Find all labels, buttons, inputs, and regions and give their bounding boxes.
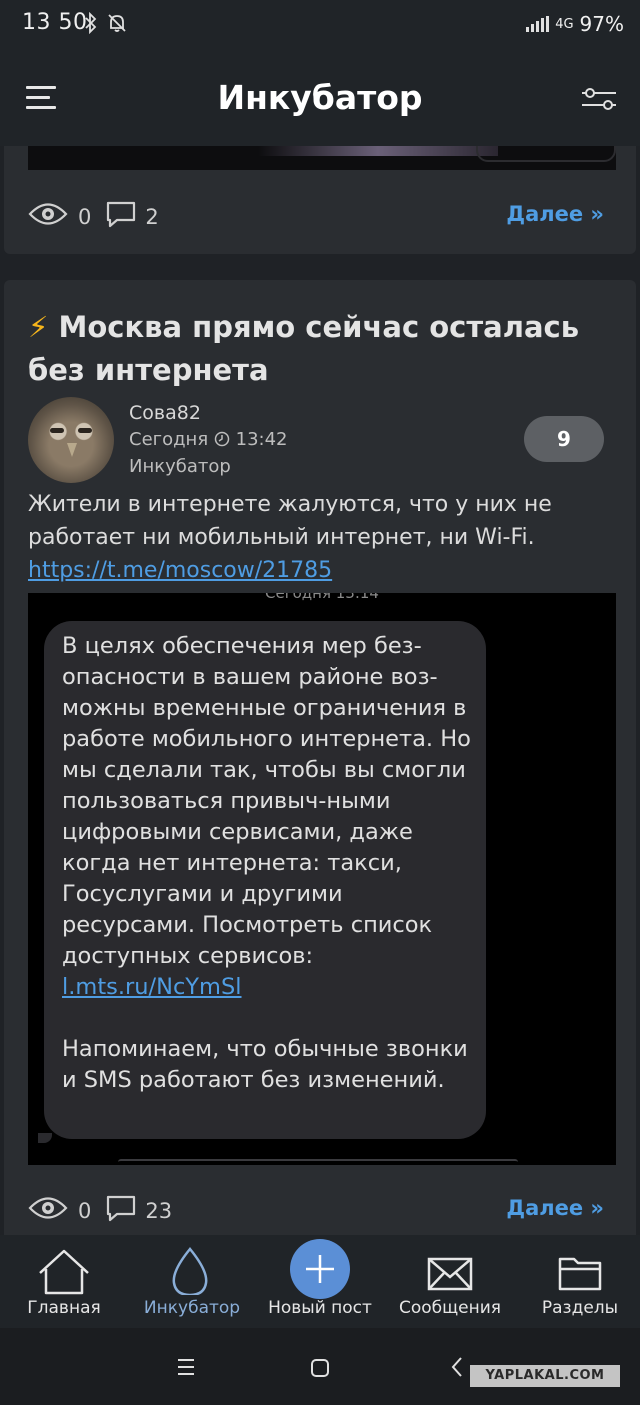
comment-icon[interactable] <box>105 1194 137 1227</box>
egg-icon <box>128 1245 256 1297</box>
watermark: YAPLAKAL.COM <box>470 1365 620 1387</box>
sms-text: В целях обеспечения мер без-опасности в … <box>62 633 471 1093</box>
back-icon[interactable] <box>450 1356 464 1382</box>
app-header: Инкубатор <box>0 50 640 146</box>
recent-apps-icon[interactable] <box>176 1358 196 1380</box>
post-body: Жители в интернете жалуются, что у них н… <box>28 492 552 550</box>
post-date: Сегодня 13:42 <box>129 429 288 450</box>
signal-icon <box>526 16 550 32</box>
home-system-icon[interactable] <box>310 1358 330 1382</box>
post-section[interactable]: Инкубатор <box>129 456 231 477</box>
views-count: 0 <box>78 204 92 229</box>
bluetooth-icon <box>84 11 98 39</box>
nav-item-sections[interactable]: Разделы <box>516 1235 640 1328</box>
eye-icon <box>28 201 68 232</box>
post-link[interactable]: https://t.me/moscow/21785 <box>28 554 332 587</box>
prev-post-stats: 0 2 <box>28 200 173 233</box>
comment-icon[interactable] <box>105 200 137 233</box>
system-nav-bar: YAPLAKAL.COM <box>0 1328 640 1405</box>
rating-badge[interactable]: 9 <box>524 416 604 462</box>
prev-post-image[interactable] <box>28 146 616 170</box>
status-bar: 13 50 4G 97% <box>0 0 640 50</box>
mute-bell-icon <box>106 12 128 39</box>
views-count: 0 <box>78 1198 92 1223</box>
post-card: ⚡ Москва прямо сейчас осталась без интер… <box>4 280 636 1235</box>
clock-icon <box>214 429 236 450</box>
author-name[interactable]: Сова82 <box>129 402 201 424</box>
filter-settings-icon[interactable] <box>580 86 618 112</box>
lightning-icon: ⚡ <box>28 310 49 344</box>
comments-count: 23 <box>145 1198 173 1223</box>
post-title[interactable]: ⚡ Москва прямо сейчас осталась без интер… <box>28 306 618 392</box>
nav-item-new-post[interactable]: Новый пост <box>256 1235 384 1328</box>
status-right: 4G 97% <box>526 12 624 36</box>
sms-date-label: Сегодня 13:14 <box>265 593 379 602</box>
bottom-nav: Главная Инкубатор Новый пост Сообщения Р… <box>0 1235 640 1328</box>
nav-item-messages[interactable]: Сообщения <box>386 1235 514 1328</box>
status-time: 13 50 <box>22 10 88 35</box>
battery-level: 97% <box>579 12 624 36</box>
page-title: Инкубатор <box>217 78 423 117</box>
nav-item-home[interactable]: Главная <box>0 1235 128 1328</box>
more-link[interactable]: Далее » <box>506 202 604 226</box>
post-stats: 0 23 <box>28 1194 186 1227</box>
nav-item-incubator[interactable]: Инкубатор <box>128 1235 256 1328</box>
home-icon <box>0 1245 128 1295</box>
post-image[interactable]: Сегодня 13:14 В целях обеспечения мер бе… <box>28 593 616 1165</box>
plus-icon <box>290 1239 350 1299</box>
network-type: 4G <box>555 16 574 32</box>
comments-count: 2 <box>145 204 159 229</box>
eye-icon <box>28 1195 68 1226</box>
avatar[interactable] <box>28 397 114 483</box>
more-link[interactable]: Далее » <box>506 1196 604 1220</box>
envelope-icon <box>386 1245 514 1295</box>
folder-icon <box>516 1245 640 1295</box>
prev-post-card: 0 2 Далее » <box>4 146 636 254</box>
sms-link: l.mts.ru/NcYmSl <box>62 974 242 1000</box>
